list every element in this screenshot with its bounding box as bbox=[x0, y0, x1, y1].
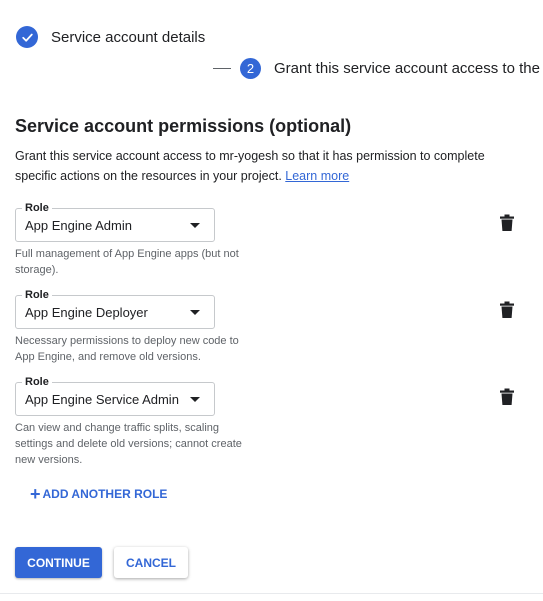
role-select-value: App Engine Deployer bbox=[25, 305, 148, 320]
stepper-step-2[interactable]: 2 Grant this service account access to t… bbox=[213, 58, 540, 79]
section-description-text: Grant this service account access to mr-… bbox=[15, 149, 485, 183]
role-row: Role App Engine Service Admin Can view a… bbox=[15, 375, 535, 468]
dropdown-caret-icon bbox=[190, 397, 200, 402]
step-2-number: 2 bbox=[240, 58, 261, 79]
service-account-permissions-page: Service account details 2 Grant this ser… bbox=[0, 0, 543, 601]
delete-role-icon[interactable] bbox=[499, 301, 515, 319]
check-icon bbox=[16, 26, 38, 48]
step-1-label: Service account details bbox=[51, 28, 206, 46]
plus-icon: + bbox=[30, 484, 41, 504]
dropdown-caret-icon bbox=[190, 223, 200, 228]
role-select[interactable]: Role App Engine Admin bbox=[15, 201, 215, 242]
role-field-label: Role bbox=[22, 288, 52, 302]
role-select[interactable]: Role App Engine Service Admin bbox=[15, 375, 215, 416]
delete-role-icon[interactable] bbox=[499, 214, 515, 232]
add-another-role-label: ADD ANOTHER ROLE bbox=[42, 487, 168, 501]
role-row: Role App Engine Deployer Necessary permi… bbox=[15, 288, 535, 365]
dropdown-caret-icon bbox=[190, 310, 200, 315]
continue-button[interactable]: CONTINUE bbox=[15, 547, 102, 578]
role-select[interactable]: Role App Engine Deployer bbox=[15, 288, 215, 329]
section-description: Grant this service account access to mr-… bbox=[15, 146, 525, 186]
section-title: Service account permissions (optional) bbox=[15, 116, 352, 136]
role-field-label: Role bbox=[22, 375, 52, 389]
role-help-text: Full management of App Engine apps (but … bbox=[15, 248, 239, 276]
bottom-divider bbox=[0, 593, 543, 594]
role-select-value: App Engine Admin bbox=[25, 218, 132, 233]
role-help-text: Can view and change traffic splits, scal… bbox=[15, 422, 242, 466]
role-field-label: Role bbox=[22, 201, 52, 215]
stepper-connector bbox=[213, 68, 231, 69]
learn-more-link[interactable]: Learn more bbox=[285, 169, 349, 183]
stepper-step-1[interactable]: Service account details bbox=[16, 26, 205, 48]
cancel-button[interactable]: CANCEL bbox=[114, 547, 188, 578]
role-select-value: App Engine Service Admin bbox=[25, 392, 179, 407]
step-2-label: Grant this service account access to the bbox=[274, 60, 540, 77]
delete-role-icon[interactable] bbox=[499, 388, 515, 406]
role-help-text: Necessary permissions to deploy new code… bbox=[15, 335, 239, 363]
role-row: Role App Engine Admin Full management of… bbox=[15, 201, 535, 278]
add-another-role-button[interactable]: + ADD ANOTHER ROLE bbox=[30, 484, 168, 504]
